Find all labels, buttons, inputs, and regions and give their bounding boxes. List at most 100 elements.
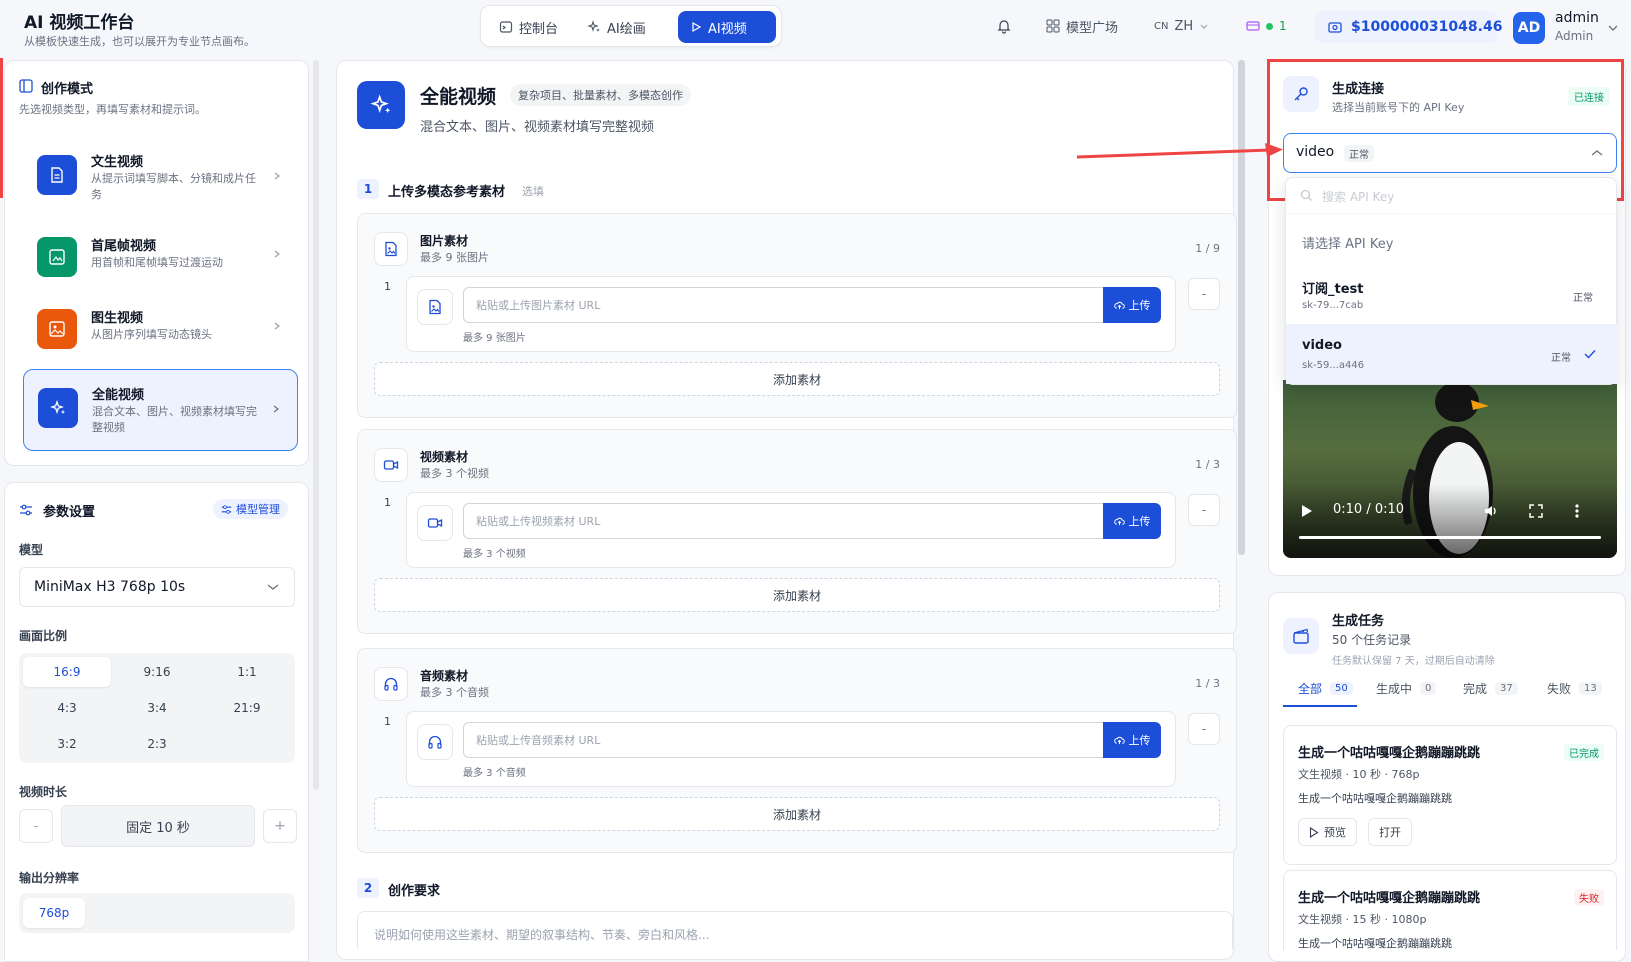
upload-button[interactable]: 上传 (1103, 287, 1161, 323)
add-material-button[interactable]: 添加素材 (374, 578, 1220, 612)
tab-count: 37 (1495, 682, 1518, 695)
username: admin (1555, 10, 1599, 26)
ratio-option[interactable]: 4:3 (23, 693, 111, 723)
task-card[interactable]: 生成一个咕咕嘎嘎企鹅蹦蹦跳跳 失败 文生视频 · 15 秒 · 1080p 生成… (1283, 870, 1617, 950)
material-row: 粘贴或上传音频素材 URL 上传 最多 3 个音频 (406, 711, 1176, 787)
tasks-count: 50 个任务记录 (1332, 633, 1412, 647)
material-subtitle: 最多 9 张图片 (420, 251, 489, 264)
model-select[interactable]: MiniMax H3 768p 10s (19, 567, 295, 607)
remove-material-button[interactable]: - (1188, 713, 1220, 745)
app-header: AI 视频工作台 从模板快速生成，也可以展开为专业节点画布。 控制台 AI绘画 … (0, 0, 1631, 58)
ratio-option[interactable]: 1:1 (203, 657, 291, 687)
remove-material-button[interactable]: - (1188, 494, 1220, 526)
main-scrollbar[interactable] (1238, 60, 1245, 555)
tab-label: 失败 (1547, 682, 1572, 696)
mode-image-to-video[interactable]: 图生视频 从图片序列填写动态镜头 (23, 293, 298, 365)
task-open-button[interactable]: 打开 (1368, 818, 1412, 846)
card-icon (1246, 19, 1260, 33)
api-key-option-selected[interactable]: video sk-59...a446 正常 (1286, 324, 1618, 384)
video-progress-track[interactable] (1299, 536, 1601, 539)
step-number: 1 (357, 179, 379, 199)
image-file-icon[interactable] (417, 289, 453, 325)
duration-decrease-button[interactable]: - (19, 809, 53, 843)
duration-increase-button[interactable]: + (263, 809, 297, 843)
material-url-input[interactable]: 粘贴或上传图片素材 URL (463, 287, 1103, 323)
headphones-icon[interactable] (417, 724, 453, 760)
more-vertical-icon[interactable] (1575, 503, 1579, 519)
tab-console[interactable]: 控制台 (487, 11, 570, 43)
video-preview[interactable]: 0:10 / 0:10 (1283, 380, 1617, 558)
add-material-button[interactable]: 添加素材 (374, 362, 1220, 396)
material-url-input[interactable]: 粘贴或上传音频素材 URL (463, 722, 1103, 758)
add-material-button[interactable]: 添加素材 (374, 797, 1220, 831)
avatar[interactable]: AD (1513, 12, 1545, 44)
material-index: 1 (384, 280, 391, 293)
task-tab-generating[interactable]: 生成中 0 (1376, 680, 1437, 697)
task-tab-all[interactable]: 全部 50 (1298, 680, 1353, 697)
ratio-option[interactable]: 21:9 (203, 693, 291, 723)
ratio-option[interactable]: 2:3 (113, 729, 201, 759)
task-preview-button[interactable]: 预览 (1298, 818, 1357, 846)
ratio-option[interactable]: 3:4 (113, 693, 201, 723)
search-icon (1300, 189, 1313, 202)
mode-text-to-video[interactable]: 文生视频 从提示词填写脚本、分镜和成片任务 (23, 137, 298, 219)
language-switcher[interactable]: CN ZH (1154, 14, 1209, 38)
mode-omni-video[interactable]: 全能视频 混合文本、图片、视频素材填写完整视频 (23, 369, 298, 451)
bell-icon[interactable] (996, 14, 1012, 38)
image-icon (37, 309, 77, 349)
mode-desc: 从提示词填写脚本、分镜和成片任务 (91, 172, 256, 201)
chevron-down-icon (1199, 21, 1209, 31)
api-key-search[interactable]: 搜索 API Key (1286, 178, 1618, 214)
video-icon[interactable] (417, 505, 453, 541)
balance-display[interactable]: $100000031048.46 (1315, 11, 1502, 43)
mode-first-last-frame[interactable]: 首尾帧视频 用首帧和尾帧填写过渡运动 (23, 221, 298, 293)
tab-ai-video[interactable]: AI视频 (678, 11, 776, 43)
api-key-name: 订阅_test (1302, 282, 1364, 297)
check-icon (1584, 349, 1596, 359)
task-tab-done[interactable]: 完成 37 (1463, 680, 1518, 697)
task-tab-failed[interactable]: 失败 13 (1547, 680, 1602, 697)
task-status-badge: 已完成 (1564, 744, 1604, 761)
app-title: AI 视频工作台 (24, 13, 135, 33)
material-row: 粘贴或上传图片素材 URL 上传 最多 9 张图片 (406, 276, 1176, 352)
params-panel: 参数设置 模型管理 模型 MiniMax H3 768p 10s 画面比例 16… (4, 482, 309, 962)
status-indicator[interactable]: 1 (1246, 14, 1287, 38)
upload-icon (1113, 516, 1125, 527)
mode-title: 首尾帧视频 (91, 239, 157, 254)
api-key-search-placeholder: 搜索 API Key (1322, 190, 1395, 204)
material-count: 1 / 9 (1195, 242, 1220, 255)
api-key-option[interactable]: 订阅_test sk-79...7cab 正常 (1286, 264, 1618, 324)
remove-material-button[interactable]: - (1188, 278, 1220, 310)
play-icon[interactable] (1301, 504, 1313, 518)
user-chevron-icon[interactable] (1607, 22, 1619, 34)
material-url-input[interactable]: 粘贴或上传视频素材 URL (463, 503, 1103, 539)
left-scrollbar[interactable] (313, 60, 319, 790)
annotation-marker (0, 58, 3, 198)
prompt-textarea[interactable]: 说明如何使用这些素材、期望的叙事结构、节奏、旁白和风格... (357, 911, 1233, 949)
material-title: 视频素材 (420, 450, 469, 464)
tab-count: 50 (1330, 682, 1353, 695)
user-role: Admin (1555, 29, 1594, 43)
annotation-arrow (1076, 143, 1283, 159)
ratio-option[interactable]: 9:16 (113, 657, 201, 687)
material-row: 粘贴或上传视频素材 URL 上传 最多 3 个视频 (406, 492, 1176, 568)
resolution-option[interactable]: 768p (23, 898, 85, 928)
material-subtitle: 最多 3 个音频 (420, 686, 489, 699)
model-market-link[interactable]: 模型广场 (1046, 14, 1118, 38)
api-key-dropdown: 搜索 API Key 请选择 API Key 订阅_test sk-79...7… (1285, 177, 1618, 385)
wallet-icon (1327, 19, 1343, 35)
duration-label: 视频时长 (19, 785, 68, 799)
volume-icon[interactable] (1483, 503, 1499, 519)
ratio-option[interactable]: 16:9 (23, 657, 111, 687)
ratio-option[interactable]: 3:2 (23, 729, 111, 759)
chevron-right-icon (272, 171, 282, 181)
fullscreen-icon[interactable] (1529, 504, 1543, 518)
upload-button[interactable]: 上传 (1103, 722, 1161, 758)
play-icon (690, 21, 702, 33)
task-card[interactable]: 生成一个咕咕嘎嘎企鹅蹦蹦跳跳 已完成 文生视频 · 10 秒 · 768p 生成… (1283, 725, 1617, 865)
task-meta: 文生视频 · 15 秒 · 1080p (1298, 913, 1427, 926)
step-title: 创作要求 (388, 884, 441, 899)
model-manage-button[interactable]: 模型管理 (213, 499, 288, 519)
tab-ai-painting[interactable]: AI绘画 (575, 11, 658, 43)
upload-button[interactable]: 上传 (1103, 503, 1161, 539)
